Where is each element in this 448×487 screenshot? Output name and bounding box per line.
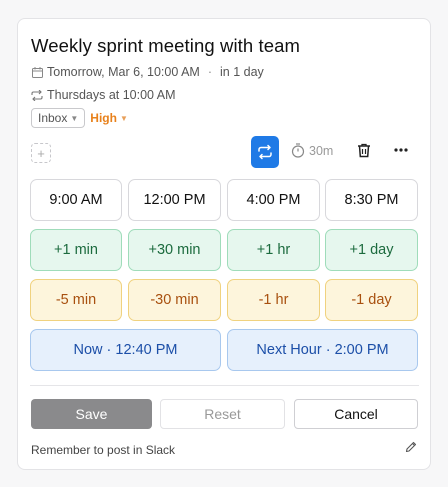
trash-icon xyxy=(358,143,370,158)
reschedule-card: Weekly sprint meeting with team Tomorrow… xyxy=(17,18,431,470)
chevron-down-icon: ▼ xyxy=(119,113,128,123)
calendar-icon xyxy=(31,66,43,78)
increment-button[interactable]: +1 min xyxy=(30,229,122,271)
add-button[interactable]: + xyxy=(31,143,51,163)
repeat-icon xyxy=(258,144,272,160)
event-date: Tomorrow, Mar 6, 10:00 AM xyxy=(47,65,200,79)
repeat-icon xyxy=(31,89,43,101)
date-row: Tomorrow, Mar 6, 10:00 AM · in 1 day xyxy=(31,65,264,79)
decrement-button[interactable]: -5 min xyxy=(30,279,122,321)
event-note: Remember to post in Slack xyxy=(31,443,176,457)
next-hour-button[interactable]: Next Hour · 2:00 PM xyxy=(227,329,418,371)
timer-icon xyxy=(291,143,305,158)
repeat-toggle-button[interactable] xyxy=(251,136,279,168)
now-button[interactable]: Now · 12:40 PM xyxy=(30,329,221,371)
delete-button[interactable] xyxy=(357,143,371,158)
time-preset-button[interactable]: 4:00 PM xyxy=(227,179,320,221)
event-title: Weekly sprint meeting with team xyxy=(31,35,301,56)
list-label: Inbox xyxy=(38,111,68,125)
more-options-button[interactable] xyxy=(394,143,408,157)
duration-button[interactable]: 30m xyxy=(291,143,333,158)
list-select[interactable]: Inbox ▼ xyxy=(31,108,86,128)
divider xyxy=(30,385,419,386)
increment-button[interactable]: +30 min xyxy=(128,229,221,271)
decrement-button[interactable]: -1 hr xyxy=(227,279,320,321)
decrement-button[interactable]: -1 day xyxy=(325,279,418,321)
time-preset-button[interactable]: 8:30 PM xyxy=(325,179,418,221)
pencil-icon xyxy=(405,441,417,453)
cancel-button[interactable]: Cancel xyxy=(294,399,418,429)
priority-label: High xyxy=(90,111,117,125)
tags-row: Inbox ▼ High ▼ xyxy=(31,108,128,128)
chevron-down-icon: ▼ xyxy=(70,113,79,123)
plus-icon: + xyxy=(37,145,45,161)
decrement-button[interactable]: -30 min xyxy=(128,279,221,321)
reset-button[interactable]: Reset xyxy=(160,399,285,429)
event-relative-time: in 1 day xyxy=(220,65,264,79)
time-preset-button[interactable]: 9:00 AM xyxy=(30,179,122,221)
save-button[interactable]: Save xyxy=(31,399,152,429)
recurrence-row: Thursdays at 10:00 AM xyxy=(31,88,176,102)
increment-button[interactable]: +1 hr xyxy=(227,229,320,271)
edit-note-button[interactable] xyxy=(405,441,417,453)
recurrence-text: Thursdays at 10:00 AM xyxy=(47,88,176,102)
more-horizontal-icon xyxy=(394,148,408,152)
meta-separator: · xyxy=(207,65,213,79)
increment-button[interactable]: +1 day xyxy=(325,229,418,271)
priority-select[interactable]: High ▼ xyxy=(90,111,128,125)
duration-label: 30m xyxy=(309,143,334,158)
time-preset-button[interactable]: 12:00 PM xyxy=(128,179,221,221)
